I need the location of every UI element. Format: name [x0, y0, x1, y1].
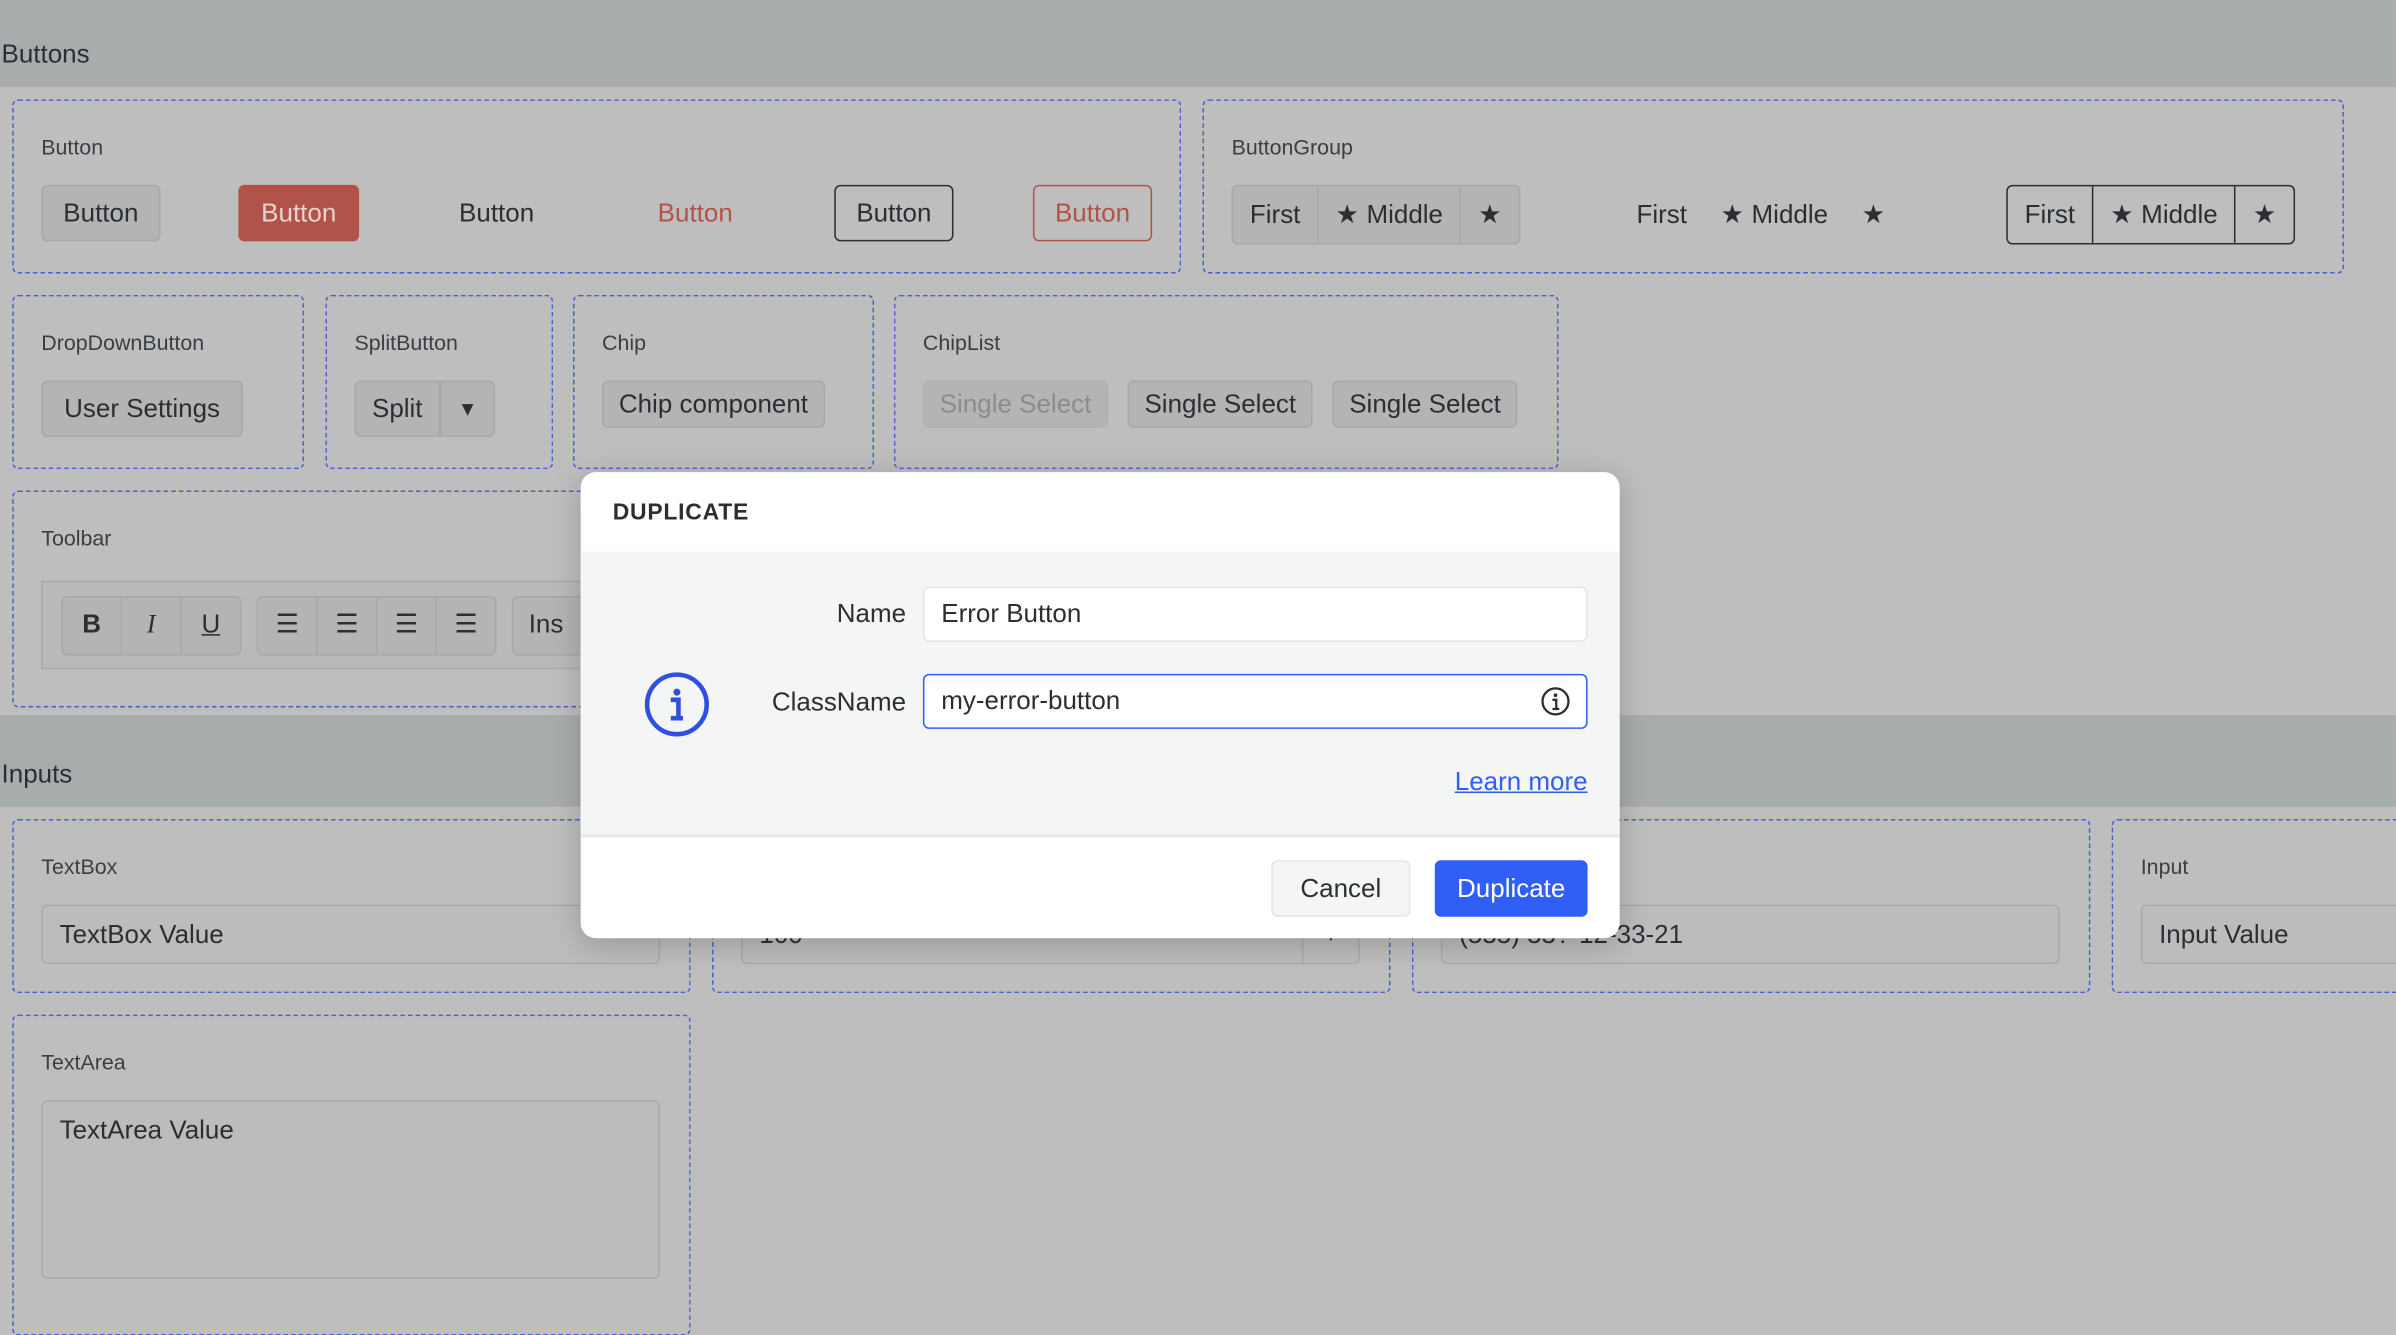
button-group-box: ButtonGroup First ★ Middle ★ First ★ Middl… — [1202, 99, 2344, 274]
chiplist-item[interactable]: Single Select — [1127, 380, 1313, 428]
button-group-label: ButtonGroup — [1231, 134, 1353, 159]
split-button-main[interactable]: Split — [354, 380, 441, 438]
textbox-input[interactable]: TextBox Value — [41, 904, 661, 965]
group-middle-button[interactable]: ★ Middle — [2093, 186, 2237, 243]
classname-label: ClassName — [771, 687, 907, 717]
group-first-button[interactable]: First — [2008, 186, 2094, 243]
outline-button[interactable]: Button — [834, 184, 954, 242]
first-label: First — [2024, 199, 2076, 229]
align-left-icon[interactable]: ☰ — [258, 596, 318, 654]
toolbar-label: Toolbar — [41, 525, 112, 551]
underline-button[interactable]: U — [182, 597, 240, 654]
chiplist-item-disabled: Single Select — [922, 380, 1109, 428]
input-label: Input — [2140, 854, 2189, 879]
group-star-button[interactable]: ★ — [1461, 186, 1518, 243]
error-button[interactable]: Button — [238, 184, 360, 242]
chiplist-box: ChipList Single Select Single Select Sin… — [893, 294, 1559, 470]
star-icon: ★ — [1720, 199, 1744, 229]
align-right-icon[interactable]: ☰ — [377, 596, 438, 654]
group-star-button[interactable]: ★ — [1845, 185, 1902, 245]
user-settings-dropdown-button[interactable]: User Settings — [41, 380, 243, 438]
dialog-body: Name Error Button ClassName my-error-but… — [580, 551, 1620, 838]
chiplist-label: ChipList — [922, 330, 1001, 355]
middle-label: Middle — [2141, 199, 2218, 229]
flat-button[interactable]: Button — [437, 185, 556, 242]
align-center-icon[interactable]: ☰ — [318, 596, 378, 654]
middle-label: Middle — [1366, 199, 1444, 229]
dialog-title: DUPLICATE — [612, 499, 750, 526]
section-title-inputs: Inputs — [1, 759, 73, 789]
button-group-default: First ★ Middle ★ — [1231, 184, 1520, 245]
textarea-input[interactable]: TextArea Value — [41, 1100, 661, 1279]
input-field[interactable]: Input Value — [2140, 904, 2396, 965]
section-title-buttons: Buttons — [1, 39, 90, 69]
info-icon[interactable] — [1540, 686, 1571, 717]
group-star-button[interactable]: ★ — [2236, 186, 2293, 243]
name-input[interactable]: Error Button — [922, 586, 1588, 642]
format-group: B I U — [61, 595, 242, 655]
flat-error-button[interactable]: Button — [636, 185, 755, 242]
input-box: Input Input Value — [2111, 819, 2396, 994]
split-button-label: SplitButton — [354, 330, 458, 355]
chip[interactable]: Chip component — [602, 380, 825, 428]
dropdown-button-box: DropDownButton User Settings — [12, 294, 305, 470]
star-icon: ★ — [2110, 199, 2134, 229]
align-justify-icon[interactable]: ☰ — [437, 597, 495, 654]
chiplist-item[interactable]: Single Select — [1332, 380, 1518, 428]
button-demo-box: Button Button Button Button Button Butto… — [12, 99, 1182, 274]
star-icon: ★ — [1861, 199, 1886, 229]
group-first-button[interactable]: First — [1233, 186, 1319, 243]
middle-label: Middle — [1751, 199, 1829, 229]
page: Buttons Button Button Button Button Butt… — [0, 0, 2396, 1335]
textarea-label: TextArea — [41, 1049, 126, 1075]
first-label: First — [1636, 199, 1687, 229]
button-demo-label: Button — [41, 134, 104, 159]
toolbar-box: Toolbar B I U ☰ ☰ ☰ ☰ Ins — [12, 490, 653, 708]
italic-button[interactable]: I — [122, 596, 182, 654]
duplicate-button[interactable]: Duplicate — [1434, 860, 1588, 917]
learn-more-link[interactable]: Learn more — [1455, 767, 1588, 798]
button-group-flat: First ★ Middle ★ — [1620, 185, 1902, 245]
star-icon: ★ — [2252, 199, 2277, 229]
textbox-label: TextBox — [41, 854, 118, 879]
bold-button[interactable]: B — [63, 596, 123, 654]
outline-error-button[interactable]: Button — [1032, 184, 1153, 242]
chip-label: Chip — [602, 330, 647, 355]
split-button-box: SplitButton Split ▼ — [325, 294, 554, 470]
classname-input[interactable]: my-error-button — [922, 673, 1588, 729]
first-label: First — [1249, 199, 1301, 229]
name-label: Name — [836, 598, 907, 629]
toolbar: B I U ☰ ☰ ☰ ☰ Ins — [41, 580, 653, 670]
group-middle-button[interactable]: ★ Middle — [1319, 186, 1462, 243]
insert-label: Ins — [528, 609, 564, 639]
dropdown-button-label: DropDownButton — [41, 330, 205, 355]
duplicate-dialog: DUPLICATE Name Error Button ClassName my… — [580, 472, 1620, 939]
group-middle-button[interactable]: ★ Middle — [1704, 185, 1845, 245]
star-icon: ★ — [1335, 199, 1359, 229]
cancel-button[interactable]: Cancel — [1271, 860, 1411, 917]
chevron-down-icon: ▼ — [457, 397, 478, 421]
split-button-arrow[interactable]: ▼ — [440, 380, 496, 438]
button-group-outline: First ★ Middle ★ — [2006, 184, 2295, 245]
textarea-box: TextArea TextArea Value — [12, 1014, 691, 1335]
info-icon — [644, 672, 709, 737]
group-first-button[interactable]: First — [1620, 185, 1704, 245]
classname-value: my-error-button — [941, 686, 1121, 716]
align-group: ☰ ☰ ☰ ☰ — [256, 595, 497, 655]
chip-box: Chip Chip component — [573, 294, 875, 470]
default-button[interactable]: Button — [41, 184, 161, 242]
star-icon: ★ — [1478, 199, 1502, 229]
section-header-band — [0, 0, 2396, 88]
